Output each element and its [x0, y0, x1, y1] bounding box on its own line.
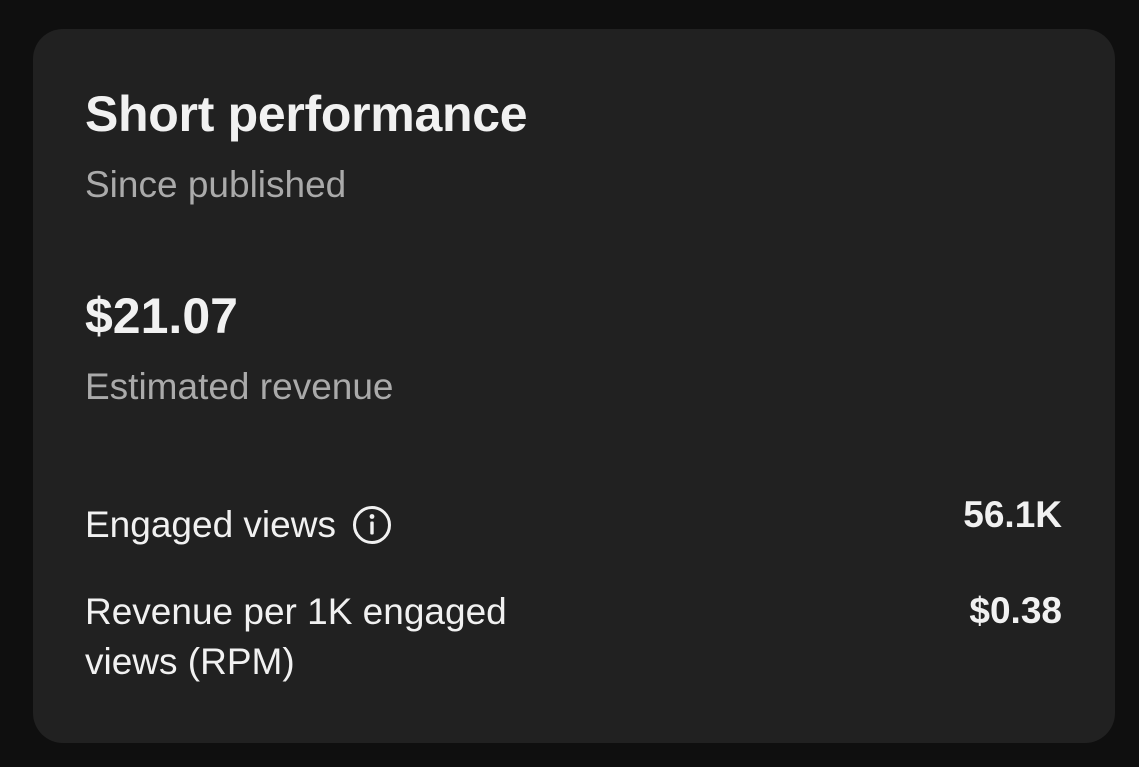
info-icon[interactable]: [352, 505, 392, 545]
short-performance-card: Short performance Since published $21.07…: [33, 29, 1115, 743]
engaged-views-label: Engaged views: [85, 504, 336, 545]
estimated-revenue-label: Estimated revenue: [85, 366, 394, 407]
estimated-revenue-value: $21.07: [85, 288, 238, 344]
card-subtitle: Since published: [85, 164, 347, 205]
rpm-value: $0.38: [969, 590, 1062, 631]
engaged-views-value: 56.1K: [963, 494, 1062, 535]
rpm-label: Revenue per 1K engaged views (RPM): [85, 591, 507, 682]
engaged-views-row: Engaged views: [85, 500, 392, 550]
card-title: Short performance: [85, 86, 528, 142]
